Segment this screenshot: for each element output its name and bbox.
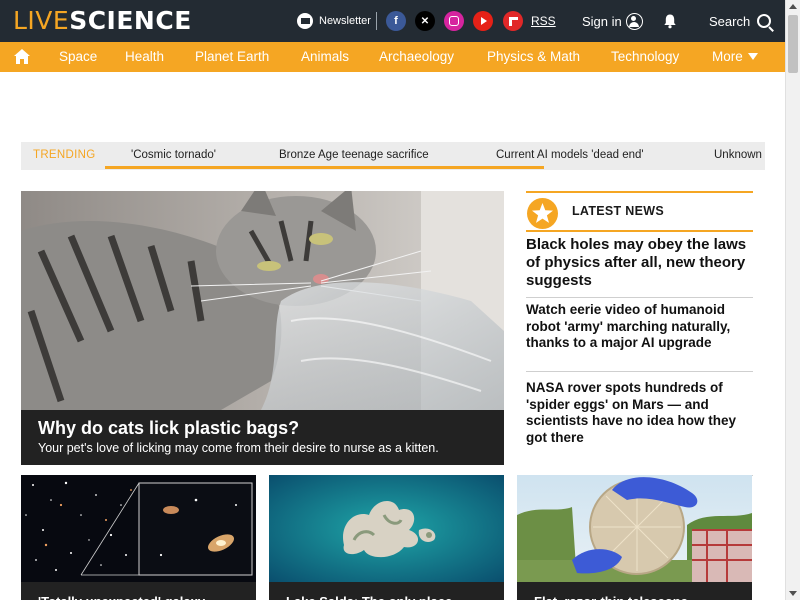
hero-image — [21, 191, 504, 410]
star-badge — [527, 198, 558, 229]
scroll-up-arrow-icon[interactable] — [789, 4, 797, 9]
site-logo[interactable]: LIVESCIENCE — [13, 7, 192, 35]
nav-item-planet-earth[interactable]: Planet Earth — [195, 42, 269, 72]
nav-more-label: More — [712, 49, 743, 64]
article-card[interactable]: Lake Salda: The only place — [269, 475, 504, 600]
trending-item[interactable]: Current AI models 'dead end' — [496, 142, 644, 168]
scrollbar-thumb[interactable] — [788, 15, 798, 73]
site-header: LIVESCIENCE Newsletter f ✕ RSS Sign in S… — [0, 0, 785, 42]
latest-news-header: LATEST NEWS — [526, 191, 753, 232]
hero-subtitle: Your pet's love of licking may come from… — [38, 441, 439, 455]
nav-item-physics-math[interactable]: Physics & Math — [487, 42, 580, 72]
rss-link[interactable]: RSS — [531, 0, 556, 42]
latest-news-item[interactable]: NASA rover spots hundreds of 'spider egg… — [526, 380, 753, 450]
search-button[interactable]: Search — [709, 0, 772, 42]
card-title[interactable]: Flat, razor-thin telescope — [517, 582, 752, 600]
star-icon — [532, 203, 553, 223]
article-card[interactable]: 'Totally unexpected' galaxy — [21, 475, 256, 600]
nav-item-health[interactable]: Health — [125, 42, 164, 72]
search-icon — [757, 14, 772, 28]
envelope-icon — [297, 13, 313, 29]
galaxy-image — [21, 475, 256, 582]
x-icon[interactable]: ✕ — [415, 11, 435, 31]
hero-title[interactable]: Why do cats lick plastic bags? — [38, 418, 299, 439]
scroll-down-arrow-icon[interactable] — [789, 591, 797, 596]
search-label: Search — [709, 13, 751, 29]
latest-news-title: LATEST NEWS — [572, 204, 664, 218]
youtube-icon[interactable] — [473, 11, 493, 31]
card-title[interactable]: 'Totally unexpected' galaxy — [21, 582, 256, 600]
instagram-icon[interactable] — [444, 11, 464, 31]
trending-progress-bar — [105, 166, 544, 169]
newsletter-label: Newsletter — [319, 15, 371, 27]
lake-image — [269, 475, 504, 582]
trending-item[interactable]: 'Cosmic tornado' — [131, 142, 216, 168]
flipboard-icon[interactable] — [503, 11, 523, 31]
facebook-icon[interactable]: f — [386, 11, 406, 31]
user-icon — [625, 12, 643, 30]
card-title[interactable]: Lake Salda: The only place — [269, 582, 504, 600]
nav-more-button[interactable]: More — [712, 42, 758, 72]
nav-item-technology[interactable]: Technology — [611, 42, 679, 72]
caret-down-icon — [747, 53, 758, 60]
nav-item-archaeology[interactable]: Archaeology — [379, 42, 454, 72]
trending-item[interactable]: Bronze Age teenage sacrifice — [279, 142, 429, 168]
bell-icon[interactable] — [662, 13, 678, 29]
article-card[interactable]: Flat, razor-thin telescope — [517, 475, 752, 600]
page-scrollbar[interactable] — [785, 0, 800, 600]
main-nav: Space Health Planet Earth Animals Archae… — [0, 42, 785, 72]
trending-item[interactable]: Unknown — [714, 142, 762, 168]
trending-label: TRENDING — [33, 149, 96, 161]
newsletter-link[interactable]: Newsletter — [297, 0, 371, 42]
latest-news-item[interactable]: Black holes may obey the laws of physics… — [526, 236, 753, 298]
nav-item-animals[interactable]: Animals — [301, 42, 349, 72]
hero-caption: Why do cats lick plastic bags? Your pet'… — [21, 410, 504, 465]
nav-item-space[interactable]: Space — [59, 42, 97, 72]
sign-in-button[interactable]: Sign in — [582, 0, 643, 42]
home-icon[interactable] — [13, 48, 31, 65]
header-divider — [376, 12, 377, 30]
latest-news-item[interactable]: Watch eerie video of humanoid robot 'arm… — [526, 302, 753, 372]
trending-bar: TRENDING 'Cosmic tornado' Bronze Age tee… — [21, 142, 765, 170]
hero-article[interactable]: Why do cats lick plastic bags? Your pet'… — [21, 191, 504, 465]
telescope-image — [517, 475, 752, 582]
sign-in-label: Sign in — [582, 13, 622, 29]
